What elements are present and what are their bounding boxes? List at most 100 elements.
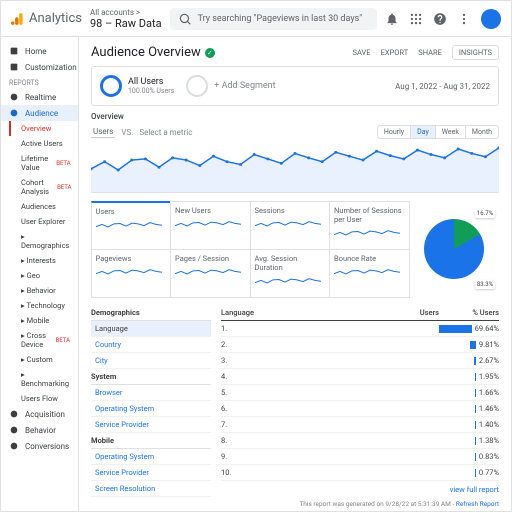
person-icon bbox=[9, 108, 19, 118]
table-row[interactable]: 2.9.81% bbox=[221, 337, 499, 353]
help-icon[interactable] bbox=[433, 12, 447, 26]
table-row[interactable]: 5.1.66% bbox=[221, 385, 499, 401]
visitor-pie-chart[interactable]: 16.7% 83.3% bbox=[409, 201, 499, 297]
nav-sub-mobile[interactable]: ▸ Mobile bbox=[1, 313, 78, 328]
app-header: Analytics All accounts > 98 – Raw Data T… bbox=[1, 1, 511, 37]
table-row[interactable]: 6.1.46% bbox=[221, 401, 499, 417]
dimension-list: DemographicsLanguageCountryCitySystemBro… bbox=[91, 305, 211, 498]
table-row[interactable]: 9.0.83% bbox=[221, 449, 499, 465]
nav-sub-custom[interactable]: ▸ Custom bbox=[1, 352, 78, 367]
time-granularity-tabs: HourlyDayWeekMonth bbox=[377, 125, 499, 139]
logo[interactable]: Analytics bbox=[11, 11, 82, 26]
users-trend-chart[interactable] bbox=[91, 143, 499, 193]
nav-audience[interactable]: Audience bbox=[1, 105, 78, 121]
header-actions bbox=[385, 9, 501, 29]
time-tab-day[interactable]: Day bbox=[411, 126, 436, 138]
insights-button[interactable]: INSIGHTS bbox=[452, 45, 499, 60]
dim-item-city[interactable]: City bbox=[91, 353, 211, 369]
dim-item-browser[interactable]: Browser bbox=[91, 385, 211, 401]
dim-item-operating-system[interactable]: Operating System bbox=[91, 401, 211, 417]
search-bar[interactable]: Try searching "Pageviews in last 30 days… bbox=[170, 8, 377, 30]
sparkline-icon bbox=[334, 226, 405, 242]
nav-sub-technology[interactable]: ▸ Technology bbox=[1, 298, 78, 313]
nav-sub-overview[interactable]: Overview bbox=[9, 121, 78, 136]
page-title: Audience Overview ✓ bbox=[91, 45, 215, 60]
view-full-report-link[interactable]: view full report bbox=[221, 481, 499, 498]
pie-label-new: 83.3% bbox=[475, 280, 495, 289]
nav-sub-active-users[interactable]: Active Users bbox=[1, 136, 78, 151]
metric-card-users[interactable]: Users bbox=[91, 201, 172, 250]
nav-realtime[interactable]: Realtime bbox=[1, 89, 78, 105]
nav-customization[interactable]: Customization bbox=[1, 59, 78, 75]
dim-item-service-provider[interactable]: Service Provider bbox=[91, 465, 211, 481]
metric-card-avg-session-duration[interactable]: Avg. Session Duration bbox=[250, 249, 331, 298]
home-icon bbox=[9, 46, 19, 56]
date-range-picker[interactable]: Aug 1, 2022 - Aug 31, 2022 bbox=[395, 82, 490, 91]
table-row[interactable]: 7.1.40% bbox=[221, 417, 499, 433]
nav-sub-benchmarking[interactable]: ▸ Benchmarking bbox=[1, 367, 78, 391]
dim-item-service-provider[interactable]: Service Provider bbox=[91, 417, 211, 433]
refresh-report-link[interactable]: Refresh Report bbox=[456, 500, 499, 508]
pie-label-returning: 16.7% bbox=[475, 209, 495, 218]
account-switcher[interactable]: All accounts > 98 – Raw Data bbox=[90, 8, 162, 30]
page-actions: SAVE EXPORT SHARE INSIGHTS bbox=[352, 45, 499, 60]
metric-card-number-of-sessions-per-user[interactable]: Number of Sessions per User bbox=[329, 201, 410, 250]
table-row[interactable]: 8.1.38% bbox=[221, 433, 499, 449]
nav-home[interactable]: Home bbox=[1, 43, 78, 59]
main-content: Audience Overview ✓ SAVE EXPORT SHARE IN… bbox=[79, 37, 511, 511]
dim-item-country[interactable]: Country bbox=[91, 337, 211, 353]
nav-sub-behavior[interactable]: ▸ Behavior bbox=[1, 283, 78, 298]
table-row[interactable]: 10.0.77% bbox=[221, 465, 499, 481]
apps-icon[interactable] bbox=[409, 12, 423, 26]
nav-behavior[interactable]: Behavior bbox=[1, 422, 78, 438]
metric-card-sessions[interactable]: Sessions bbox=[250, 201, 331, 250]
export-button[interactable]: EXPORT bbox=[381, 48, 409, 57]
nav-acquisition[interactable]: Acquisition bbox=[1, 406, 78, 422]
metric-card-pageviews[interactable]: Pageviews bbox=[91, 249, 172, 298]
table-row[interactable]: 3.2.67% bbox=[221, 353, 499, 369]
dim-item-screen-resolution[interactable]: Screen Resolution bbox=[91, 481, 211, 497]
user-avatar[interactable] bbox=[481, 9, 501, 29]
nav-sub-lifetime-value[interactable]: Lifetime ValueBETA bbox=[1, 151, 78, 175]
more-icon[interactable] bbox=[457, 12, 471, 26]
sparkline-icon bbox=[255, 217, 326, 233]
share-button[interactable]: SHARE bbox=[418, 48, 442, 57]
nav-sub-cross-device[interactable]: ▸ Cross DeviceBETA bbox=[1, 328, 78, 352]
time-tab-hourly[interactable]: Hourly bbox=[378, 126, 411, 138]
metric-card-new-users[interactable]: New Users bbox=[170, 201, 251, 250]
segment-all-users[interactable]: All Users 100.00% Users bbox=[100, 75, 174, 97]
dim-item-operating-system[interactable]: Operating System bbox=[91, 449, 211, 465]
sparkline-icon bbox=[96, 218, 167, 234]
add-circle-icon bbox=[186, 75, 208, 97]
add-segment-button[interactable]: + Add Segment bbox=[186, 75, 275, 97]
time-tab-month[interactable]: Month bbox=[466, 126, 498, 138]
view-name: 98 – Raw Data bbox=[90, 17, 162, 30]
save-button[interactable]: SAVE bbox=[352, 48, 370, 57]
time-tab-week[interactable]: Week bbox=[436, 126, 466, 138]
bell-icon[interactable] bbox=[385, 12, 399, 26]
clock-icon bbox=[9, 92, 19, 102]
secondary-metric-dropdown[interactable]: Select a metric bbox=[139, 128, 192, 137]
behavior-icon bbox=[9, 425, 19, 435]
nav-sub-interests[interactable]: ▸ Interests bbox=[1, 253, 78, 268]
nav-conversions[interactable]: Conversions bbox=[1, 438, 78, 454]
table-row[interactable]: 1.69.64% bbox=[221, 321, 499, 337]
metric-card-pages-session[interactable]: Pages / Session bbox=[170, 249, 251, 298]
search-placeholder: Try searching "Pageviews in last 30 days… bbox=[198, 14, 363, 24]
nav-sub-user-explorer[interactable]: User Explorer bbox=[1, 214, 78, 229]
table-row[interactable]: 4.1.95% bbox=[221, 369, 499, 385]
dim-item-language[interactable]: Language bbox=[91, 321, 211, 337]
account-label: All accounts > bbox=[90, 8, 162, 17]
custom-icon bbox=[9, 62, 19, 72]
nav-sub-demographics[interactable]: ▸ Demographics bbox=[1, 229, 78, 253]
primary-metric-dropdown[interactable]: Users bbox=[91, 126, 115, 138]
nav-sub-audiences[interactable]: Audiences bbox=[1, 199, 78, 214]
dim-group-mobile: Mobile bbox=[91, 433, 211, 449]
conv-icon bbox=[9, 441, 19, 451]
nav-sub-geo[interactable]: ▸ Geo bbox=[1, 268, 78, 283]
metric-card-bounce-rate[interactable]: Bounce Rate bbox=[329, 249, 410, 298]
sidebar: HomeCustomizationReportsRealtimeAudience… bbox=[1, 37, 79, 511]
nav-sub-cohort-analysis[interactable]: Cohort AnalysisBETA bbox=[1, 175, 78, 199]
table-header: Language Users % Users bbox=[221, 305, 499, 321]
nav-sub-users-flow[interactable]: Users Flow bbox=[1, 391, 78, 406]
